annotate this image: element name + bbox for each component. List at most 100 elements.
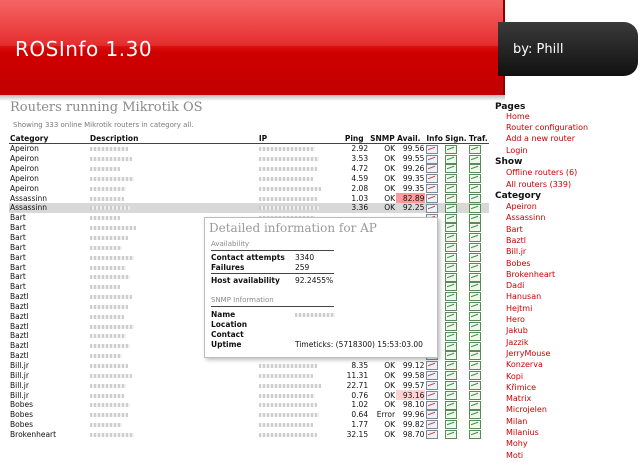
info-graph-icon[interactable] bbox=[426, 420, 439, 430]
traffic-graph-icon[interactable] bbox=[468, 243, 481, 253]
col-ip[interactable]: IP bbox=[257, 134, 344, 144]
signal-graph-icon[interactable] bbox=[445, 252, 458, 262]
sidebar-category-link[interactable]: Bart bbox=[506, 225, 523, 234]
table-row[interactable]: Apeiron 2.08 OK 99.35 bbox=[9, 183, 489, 194]
info-graph-icon[interactable] bbox=[426, 361, 439, 371]
signal-graph-icon[interactable] bbox=[445, 420, 458, 430]
traffic-graph-icon[interactable] bbox=[468, 193, 481, 203]
traffic-graph-icon[interactable] bbox=[468, 144, 481, 154]
signal-graph-icon[interactable] bbox=[445, 312, 458, 322]
signal-graph-icon[interactable] bbox=[445, 321, 458, 331]
sidebar-category-link[interactable]: Assassinn bbox=[506, 213, 545, 222]
table-row[interactable]: Apeiron 4.72 OK 99.26 bbox=[9, 164, 489, 174]
col-availability[interactable]: Avail. bbox=[396, 134, 426, 144]
sidebar-category-link[interactable]: Milan bbox=[506, 417, 527, 426]
signal-graph-icon[interactable] bbox=[445, 390, 458, 400]
traffic-graph-icon[interactable] bbox=[468, 390, 481, 400]
signal-graph-icon[interactable] bbox=[445, 154, 458, 164]
signal-graph-icon[interactable] bbox=[445, 184, 458, 194]
signal-graph-icon[interactable] bbox=[445, 380, 458, 390]
table-row[interactable]: Bobes 1.77 OK 99.82 bbox=[9, 420, 489, 430]
sidebar-category-link[interactable]: Dadi bbox=[506, 281, 524, 290]
table-row[interactable]: Bill.jr 22.71 OK 99.57 bbox=[9, 380, 489, 390]
signal-graph-icon[interactable] bbox=[445, 193, 458, 203]
signal-graph-icon[interactable] bbox=[445, 282, 458, 292]
sidebar-category-link[interactable]: Matrix bbox=[506, 394, 531, 403]
sidebar-category-link[interactable]: Moti bbox=[506, 451, 523, 460]
traffic-graph-icon[interactable] bbox=[468, 351, 481, 361]
info-graph-icon[interactable] bbox=[426, 174, 439, 184]
traffic-graph-icon[interactable] bbox=[468, 371, 481, 381]
col-description[interactable]: Description bbox=[88, 134, 258, 144]
signal-graph-icon[interactable] bbox=[445, 262, 458, 272]
traffic-graph-icon[interactable] bbox=[468, 312, 481, 322]
traffic-graph-icon[interactable] bbox=[468, 331, 481, 341]
info-graph-icon[interactable] bbox=[426, 203, 439, 213]
signal-graph-icon[interactable] bbox=[445, 400, 458, 410]
sidebar-link-all-routers[interactable]: All routers (339) bbox=[506, 180, 571, 189]
traffic-graph-icon[interactable] bbox=[468, 430, 481, 440]
traffic-graph-icon[interactable] bbox=[468, 233, 481, 243]
traffic-graph-icon[interactable] bbox=[468, 361, 481, 371]
sidebar-category-link[interactable]: Apeiron bbox=[506, 202, 537, 211]
traffic-graph-icon[interactable] bbox=[468, 321, 481, 331]
traffic-graph-icon[interactable] bbox=[468, 164, 481, 174]
table-row[interactable]: Bill.jr 0.76 OK 93.16 bbox=[9, 390, 489, 400]
info-graph-icon[interactable] bbox=[426, 410, 439, 420]
sidebar-category-link[interactable]: Hanusan bbox=[506, 292, 541, 301]
sidebar-category-link[interactable]: Hero bbox=[506, 315, 525, 324]
table-row[interactable]: Apeiron 4.59 OK 99.35 bbox=[9, 174, 489, 184]
sidebar-category-link[interactable]: Milanius bbox=[506, 428, 539, 437]
sidebar-category-link[interactable]: Bobes bbox=[506, 259, 531, 268]
sidebar-link-router-configuration[interactable]: Router configuration bbox=[506, 123, 588, 132]
signal-graph-icon[interactable] bbox=[445, 351, 458, 361]
sidebar-category-link[interactable]: Jakub bbox=[506, 326, 528, 335]
traffic-graph-icon[interactable] bbox=[468, 262, 481, 272]
signal-graph-icon[interactable] bbox=[445, 144, 458, 154]
traffic-graph-icon[interactable] bbox=[468, 223, 481, 233]
traffic-graph-icon[interactable] bbox=[468, 380, 481, 390]
sidebar-link-add-router[interactable]: Add a new router bbox=[506, 134, 575, 143]
sidebar-category-link[interactable]: Brokenheart bbox=[506, 270, 555, 279]
traffic-graph-icon[interactable] bbox=[468, 400, 481, 410]
traffic-graph-icon[interactable] bbox=[468, 341, 481, 351]
signal-graph-icon[interactable] bbox=[445, 410, 458, 420]
traffic-graph-icon[interactable] bbox=[468, 154, 481, 164]
table-row[interactable]: Apeiron 2.92 OK 99.56 bbox=[9, 144, 489, 154]
sidebar-category-link[interactable]: Konzerva bbox=[506, 360, 543, 369]
sidebar-link-home[interactable]: Home bbox=[506, 112, 530, 121]
traffic-graph-icon[interactable] bbox=[468, 184, 481, 194]
traffic-graph-icon[interactable] bbox=[468, 252, 481, 262]
info-graph-icon[interactable] bbox=[426, 371, 439, 381]
signal-graph-icon[interactable] bbox=[445, 361, 458, 371]
table-row[interactable]: Assassinn 3.36 OK 92.25 bbox=[9, 203, 489, 213]
info-graph-icon[interactable] bbox=[426, 400, 439, 410]
info-graph-icon[interactable] bbox=[426, 144, 439, 154]
traffic-graph-icon[interactable] bbox=[468, 203, 481, 213]
traffic-graph-icon[interactable] bbox=[468, 174, 481, 184]
traffic-graph-icon[interactable] bbox=[468, 272, 481, 282]
sidebar-category-link[interactable]: JerryMouse bbox=[506, 349, 550, 358]
sidebar-category-link[interactable]: Bill.jr bbox=[506, 247, 526, 256]
sidebar-category-link[interactable]: Baztl bbox=[506, 236, 526, 245]
traffic-graph-icon[interactable] bbox=[468, 302, 481, 312]
info-graph-icon[interactable] bbox=[426, 430, 439, 440]
signal-graph-icon[interactable] bbox=[445, 223, 458, 233]
signal-graph-icon[interactable] bbox=[445, 213, 458, 223]
info-graph-icon[interactable] bbox=[426, 380, 439, 390]
signal-graph-icon[interactable] bbox=[445, 302, 458, 312]
signal-graph-icon[interactable] bbox=[445, 430, 458, 440]
info-graph-icon[interactable] bbox=[426, 164, 439, 174]
info-graph-icon[interactable] bbox=[426, 390, 439, 400]
table-row[interactable]: Assassinn 1.03 OK 82.89 bbox=[9, 193, 489, 204]
traffic-graph-icon[interactable] bbox=[468, 282, 481, 292]
info-graph-icon[interactable] bbox=[426, 184, 439, 194]
sidebar-category-link[interactable]: Křimice bbox=[506, 383, 536, 392]
col-snmp[interactable]: SNMP bbox=[369, 134, 397, 144]
signal-graph-icon[interactable] bbox=[445, 233, 458, 243]
table-row[interactable]: Bill.jr 8.35 OK 99.12 bbox=[9, 361, 489, 371]
sidebar-link-login[interactable]: Login bbox=[506, 146, 528, 155]
signal-graph-icon[interactable] bbox=[445, 272, 458, 282]
info-graph-icon[interactable] bbox=[426, 154, 439, 164]
traffic-graph-icon[interactable] bbox=[468, 292, 481, 302]
